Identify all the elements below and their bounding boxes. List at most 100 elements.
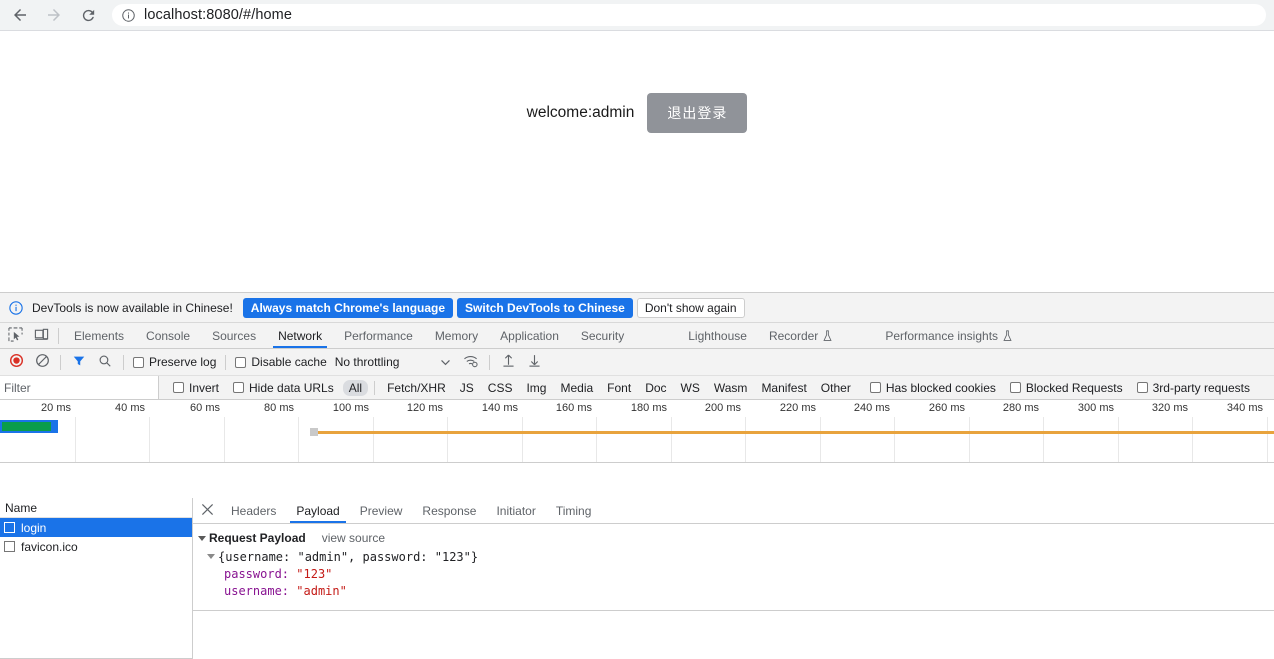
detail-tab-label: Payload bbox=[296, 503, 340, 518]
detail-tab-label: Response bbox=[422, 503, 477, 518]
request-row-favicon[interactable]: favicon.ico bbox=[0, 537, 192, 556]
network-conditions-button[interactable] bbox=[458, 350, 484, 375]
close-icon bbox=[201, 503, 214, 519]
payload-object-row[interactable]: {username: "admin", password: "123"} bbox=[193, 547, 1274, 566]
checkbox-box bbox=[133, 356, 144, 368]
reload-button[interactable] bbox=[74, 1, 102, 29]
search-button[interactable] bbox=[92, 350, 118, 375]
network-overview[interactable]: 20 ms 40 ms 60 ms 80 ms 100 ms 120 ms 140 ms 16… bbox=[0, 400, 1274, 463]
filter-type-wasm[interactable]: Wasm bbox=[708, 380, 754, 396]
timeline-tick bbox=[373, 417, 374, 462]
tab-sources[interactable]: Sources bbox=[201, 323, 267, 348]
filter-type-manifest[interactable]: Manifest bbox=[755, 380, 812, 396]
tab-network[interactable]: Network bbox=[267, 323, 333, 348]
checkbox-box bbox=[1136, 382, 1148, 393]
tab-memory[interactable]: Memory bbox=[424, 323, 489, 348]
filter-type-other[interactable]: Other bbox=[815, 380, 857, 396]
timeline-tick-label: 320 ms bbox=[1151, 402, 1188, 414]
timeline-tick-label: 280 ms bbox=[1002, 402, 1039, 414]
logout-button[interactable]: 退出登录 bbox=[647, 93, 748, 133]
throttling-select[interactable]: No throttling bbox=[335, 355, 451, 369]
clear-network-button[interactable] bbox=[29, 350, 55, 375]
checkbox-box bbox=[869, 382, 881, 393]
export-har-button[interactable] bbox=[521, 350, 547, 375]
detail-tab-headers[interactable]: Headers bbox=[221, 498, 286, 523]
timeline-tick-label: 40 ms bbox=[115, 402, 145, 414]
tab-security[interactable]: Security bbox=[570, 323, 635, 348]
always-match-language-button[interactable]: Always match Chrome's language bbox=[242, 297, 454, 318]
toolbar-separator bbox=[123, 354, 124, 370]
forward-button[interactable] bbox=[40, 1, 68, 29]
flask-experiment-icon bbox=[1002, 329, 1013, 342]
info-circle-icon[interactable] bbox=[120, 7, 136, 23]
filter-type-fetch-xhr[interactable]: Fetch/XHR bbox=[381, 380, 452, 396]
tab-application[interactable]: Application bbox=[489, 323, 570, 348]
detail-tab-initiator[interactable]: Initiator bbox=[486, 498, 545, 523]
dont-show-again-button[interactable]: Don't show again bbox=[636, 297, 745, 318]
import-har-icon bbox=[501, 353, 516, 371]
detail-tab-payload[interactable]: Payload bbox=[286, 498, 349, 523]
payload-object-summary: {username: "admin", password: "123"} bbox=[218, 549, 479, 564]
request-detail-pane: Headers Payload Preview Response Initiat… bbox=[193, 498, 1274, 659]
checkbox-box bbox=[235, 356, 247, 368]
request-list-header[interactable]: Name bbox=[0, 498, 192, 518]
detail-tab-response[interactable]: Response bbox=[412, 498, 486, 523]
inspect-element-button[interactable] bbox=[2, 323, 28, 348]
third-party-requests-checkbox[interactable]: 3rd-party requests bbox=[1136, 381, 1250, 395]
has-blocked-cookies-label: Has blocked cookies bbox=[885, 380, 996, 395]
close-detail-button[interactable] bbox=[193, 498, 221, 523]
filter-toggle-button[interactable] bbox=[66, 350, 92, 375]
infobar-message: DevTools is now available in Chinese! bbox=[32, 300, 233, 315]
tab-performance-insights[interactable]: Performance insights bbox=[874, 323, 1024, 348]
request-payload-title: Request Payload bbox=[209, 531, 306, 545]
view-source-link[interactable]: view source bbox=[322, 531, 385, 545]
filter-type-font[interactable]: Font bbox=[601, 380, 637, 396]
tab-performance[interactable]: Performance bbox=[333, 323, 424, 348]
filter-type-css[interactable]: CSS bbox=[482, 380, 519, 396]
overview-activity-band-inner bbox=[2, 422, 51, 431]
request-detail-tabstrip: Headers Payload Preview Response Initiat… bbox=[193, 498, 1274, 524]
detail-tab-timing[interactable]: Timing bbox=[546, 498, 602, 523]
tabstrip-separator bbox=[58, 327, 59, 344]
request-payload-section-header[interactable]: Request Payload view source bbox=[193, 529, 1274, 547]
disable-cache-checkbox[interactable]: Disable cache bbox=[235, 355, 327, 369]
timeline-tick-label: 100 ms bbox=[332, 402, 369, 414]
timeline-tick-label: 240 ms bbox=[853, 402, 890, 414]
timeline-tick-label: 220 ms bbox=[779, 402, 816, 414]
record-stop-icon bbox=[9, 353, 24, 371]
device-toolbar-button[interactable] bbox=[28, 323, 54, 348]
back-button[interactable] bbox=[6, 1, 34, 29]
column-header-name: Name bbox=[5, 500, 38, 515]
has-blocked-cookies-checkbox[interactable]: Has blocked cookies bbox=[869, 380, 996, 395]
import-har-button[interactable] bbox=[495, 350, 521, 375]
triangle-down-icon[interactable] bbox=[198, 535, 206, 541]
tab-lighthouse[interactable]: Lighthouse bbox=[677, 323, 758, 348]
timeline-tick bbox=[298, 417, 299, 462]
record-button[interactable] bbox=[3, 350, 29, 375]
preserve-log-checkbox[interactable]: Preserve log bbox=[133, 355, 216, 369]
request-row-login[interactable]: login bbox=[0, 518, 192, 537]
hide-data-urls-checkbox[interactable]: Hide data URLs bbox=[233, 381, 334, 395]
tab-console[interactable]: Console bbox=[135, 323, 201, 348]
tab-label: Network bbox=[278, 328, 323, 343]
tab-label: Console bbox=[146, 328, 191, 343]
funnel-filter-icon bbox=[72, 354, 86, 371]
detail-tab-preview[interactable]: Preview bbox=[350, 498, 413, 523]
filter-input[interactable] bbox=[0, 376, 159, 399]
request-name: login bbox=[21, 520, 47, 535]
filter-type-doc[interactable]: Doc bbox=[639, 380, 672, 396]
triangle-down-icon[interactable] bbox=[207, 554, 215, 559]
tab-elements[interactable]: Elements bbox=[63, 323, 135, 348]
filter-type-media[interactable]: Media bbox=[554, 380, 599, 396]
tab-recorder[interactable]: Recorder bbox=[758, 323, 844, 348]
blocked-requests-checkbox[interactable]: Blocked Requests bbox=[1009, 381, 1123, 395]
device-toolbar-icon bbox=[34, 327, 49, 345]
invert-checkbox[interactable]: Invert bbox=[173, 381, 219, 395]
switch-devtools-to-chinese-button[interactable]: Switch DevTools to Chinese bbox=[457, 297, 633, 318]
search-icon bbox=[98, 354, 112, 371]
address-bar[interactable]: localhost:8080/#/home bbox=[112, 4, 1266, 26]
filter-type-ws[interactable]: WS bbox=[675, 380, 706, 396]
filter-type-img[interactable]: Img bbox=[520, 380, 552, 396]
filter-type-all[interactable]: All bbox=[342, 379, 369, 396]
filter-type-js[interactable]: JS bbox=[454, 380, 480, 396]
